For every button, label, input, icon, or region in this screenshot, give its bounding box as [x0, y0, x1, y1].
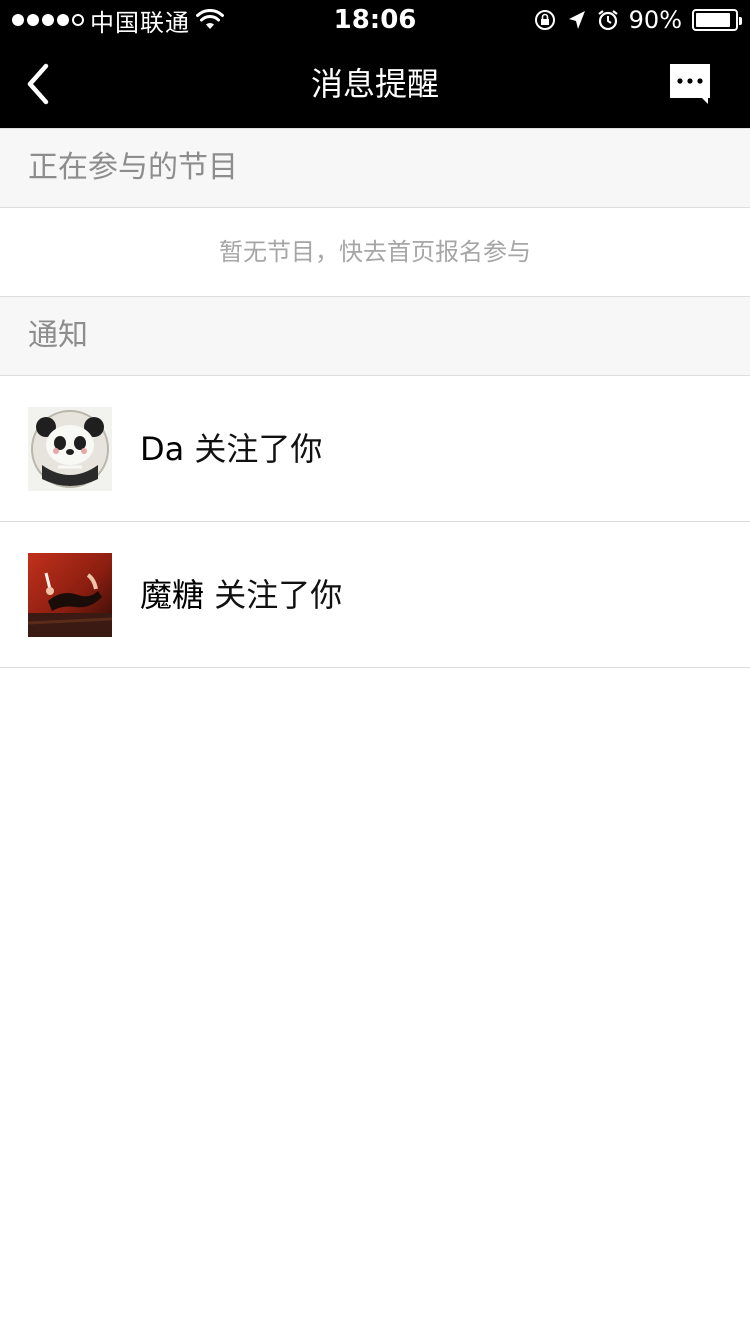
- nav-bar: 消息提醒: [0, 40, 750, 128]
- page-title: 消息提醒: [310, 65, 439, 103]
- avatar: [28, 553, 112, 637]
- notification-action: 关注了你: [214, 576, 343, 614]
- notification-text: Da 关注了你: [140, 376, 322, 522]
- panda-avatar-icon: [28, 407, 112, 491]
- user-name: 魔糖: [140, 576, 205, 614]
- orientation-lock-icon: [533, 8, 557, 32]
- notification-action: 关注了你: [194, 430, 323, 468]
- battery-icon: [692, 9, 742, 31]
- avatar: [28, 407, 112, 491]
- section-header-participating: 正在参与的节目: [0, 128, 750, 208]
- status-right: 90%: [533, 0, 742, 40]
- status-bar: 中国联通 18:06 90%: [0, 0, 750, 40]
- alarm-icon: [597, 9, 619, 31]
- battery-fill: [696, 13, 731, 27]
- chat-bubble-icon: [670, 64, 710, 104]
- location-icon: [567, 9, 587, 31]
- notification-row[interactable]: Da 关注了你: [0, 376, 750, 522]
- notification-text: 魔糖 关注了你: [140, 522, 342, 668]
- message-button[interactable]: [668, 62, 712, 106]
- empty-state-text: 暂无节目，快去首页报名参与: [0, 208, 750, 296]
- battery-percent: 90%: [628, 6, 682, 34]
- section-header-notifications: 通知: [0, 296, 750, 376]
- user-name: Da: [140, 430, 185, 468]
- notification-row[interactable]: 魔糖 关注了你: [0, 522, 750, 668]
- photo-avatar-icon: [28, 553, 112, 637]
